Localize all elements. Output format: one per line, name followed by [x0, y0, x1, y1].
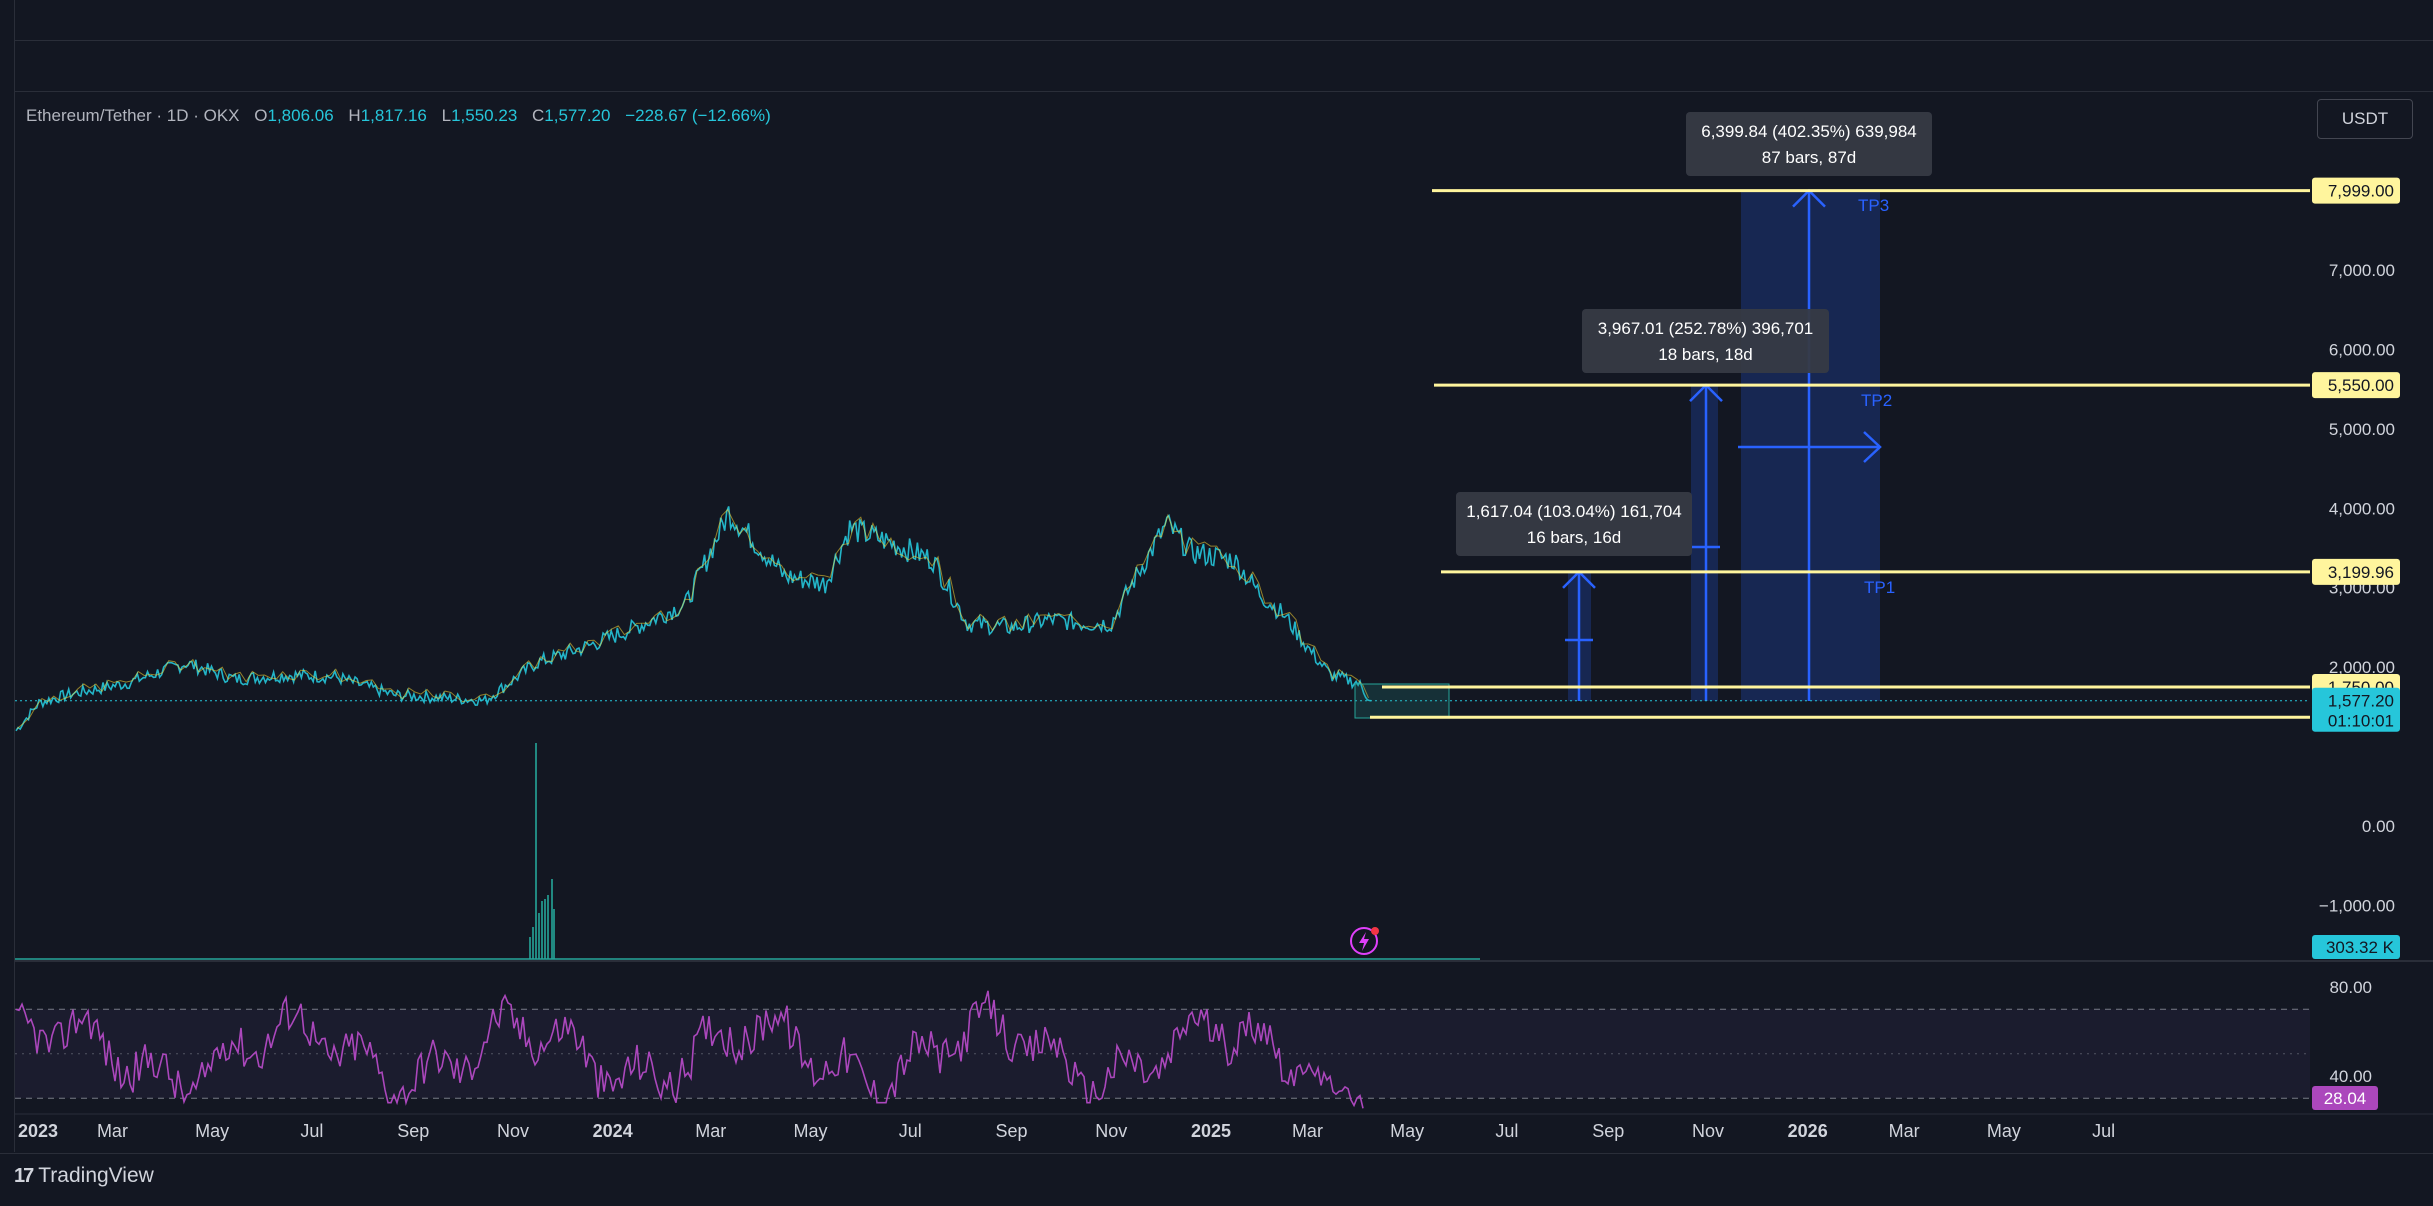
- volume-bar: [529, 937, 531, 959]
- measurement-line2: 18 bars, 18d: [1658, 345, 1753, 364]
- last-price-label: 1,577.20: [2328, 692, 2394, 711]
- target-label-tp1: TP1: [1864, 578, 1895, 597]
- high-value: 1,817.16: [360, 106, 427, 125]
- x-tick-label: Mar: [97, 1121, 128, 1141]
- tradingview-logo-icon: 17: [14, 1164, 34, 1187]
- rsi-level-label: 40.00: [2329, 1067, 2372, 1086]
- measurement-line2: 16 bars, 16d: [1527, 528, 1622, 547]
- lightning-icon[interactable]: [1350, 927, 1379, 955]
- x-tick-label: 2023: [18, 1121, 58, 1141]
- x-tick-label: Sep: [1592, 1121, 1624, 1141]
- brand-name: TradingView: [38, 1164, 154, 1187]
- x-tick-label: May: [793, 1121, 827, 1141]
- volume-bar: [553, 909, 555, 959]
- target-label-tp2: TP2: [1861, 391, 1892, 410]
- volume-bar: [538, 913, 540, 959]
- x-tick-label: Jul: [2092, 1121, 2115, 1141]
- x-tick-label: 2024: [593, 1121, 633, 1141]
- level-tag-label: 5,550.00: [2328, 376, 2394, 395]
- footer-bar: [0, 1153, 2433, 1206]
- x-tick-label: Jul: [300, 1121, 323, 1141]
- x-tick-label: May: [1390, 1121, 1424, 1141]
- open-label: O: [254, 106, 268, 125]
- y-tick-label: 6,000.00: [2329, 340, 2395, 359]
- close-value: 1,577.20: [544, 106, 611, 125]
- projection-box-tp2: [1691, 385, 1718, 701]
- level-tag-label: 7,999.00: [2328, 182, 2394, 201]
- countdown-label: 01:10:01: [2328, 712, 2394, 731]
- rsi-panel: 80.00 40.00 28.04: [15, 978, 2378, 1110]
- price-series: [15, 506, 2310, 732]
- low-value: 1,550.23: [451, 106, 518, 125]
- x-tick-label: Sep: [397, 1121, 429, 1141]
- x-tick-label: Mar: [695, 1121, 726, 1141]
- volume-bar: [535, 743, 537, 959]
- change-value: −228.67 (−12.66%): [625, 106, 771, 125]
- y-tick-label: 4,000.00: [2329, 499, 2395, 518]
- x-tick-label: 2025: [1191, 1121, 1231, 1141]
- tradingview-brand[interactable]: 17 TradingView: [14, 1164, 154, 1188]
- y-tick-label: 7,000.00: [2329, 261, 2395, 280]
- price-line-highlight: [16, 508, 1369, 730]
- high-label: H: [348, 106, 361, 125]
- x-tick-label: May: [1987, 1121, 2021, 1141]
- x-tick-label: Nov: [497, 1121, 529, 1141]
- x-tick-label: 2026: [1788, 1121, 1828, 1141]
- rsi-level-label: 80.00: [2329, 978, 2372, 997]
- y-tick-label: 0.00: [2362, 817, 2395, 836]
- symbol-label[interactable]: Ethereum/Tether · 1D · OKX: [26, 106, 240, 125]
- volume-bar: [532, 927, 534, 959]
- target-label-tp3: TP3: [1858, 196, 1889, 215]
- volume-bar: [551, 879, 553, 959]
- x-tick-label: Mar: [1889, 1121, 1920, 1141]
- x-tick-label: Mar: [1292, 1121, 1323, 1141]
- position-box: [1354, 683, 1450, 719]
- currency-button[interactable]: USDT: [2317, 99, 2413, 139]
- close-label: C: [532, 106, 545, 125]
- x-tick-label: Jul: [1495, 1121, 1518, 1141]
- price-line: [15, 506, 1372, 732]
- volume-bar: [544, 899, 546, 959]
- projection-drawings[interactable]: TP3 TP2 TP1: [1562, 188, 1895, 701]
- volume-tag-label: 303.32 K: [2326, 938, 2395, 957]
- measurement-line2: 87 bars, 87d: [1762, 148, 1857, 167]
- rsi-value-label: 28.04: [2324, 1089, 2367, 1108]
- x-tick-label: Nov: [1095, 1121, 1127, 1141]
- y-tick-label: 5,000.00: [2329, 420, 2395, 439]
- volume-bar: [541, 901, 543, 959]
- notification-dot: [1371, 927, 1379, 935]
- volume-bar: [547, 895, 549, 959]
- open-value: 1,806.06: [267, 106, 334, 125]
- measurement-line1: 6,399.84 (402.35%) 639,984: [1701, 122, 1917, 141]
- x-tick-label: May: [195, 1121, 229, 1141]
- price-tags: 7,999.005,550.003,199.961,750.001,369.00…: [2312, 177, 2400, 959]
- x-tick-label: Sep: [996, 1121, 1028, 1141]
- ohlc-legend: Ethereum/Tether · 1D · OKX O1,806.06 H1,…: [26, 106, 771, 126]
- volume-bars: [15, 743, 1480, 960]
- x-tick-label: Jul: [899, 1121, 922, 1141]
- measurement-line1: 3,967.01 (252.78%) 396,701: [1598, 319, 1814, 338]
- low-label: L: [441, 106, 452, 125]
- level-tag-label: 3,199.96: [2328, 563, 2394, 582]
- x-tick-label: Nov: [1692, 1121, 1724, 1141]
- price-chart[interactable]: TP3 TP2 TP1 80.00 40.00 28.04 2023 Mar May Jul S…: [0, 0, 2433, 1153]
- lightning-icon-bolt: [1359, 932, 1369, 951]
- y-tick-label: −1,000.00: [2319, 896, 2395, 915]
- measurement-line1: 1,617.04 (103.04%) 161,704: [1466, 502, 1682, 521]
